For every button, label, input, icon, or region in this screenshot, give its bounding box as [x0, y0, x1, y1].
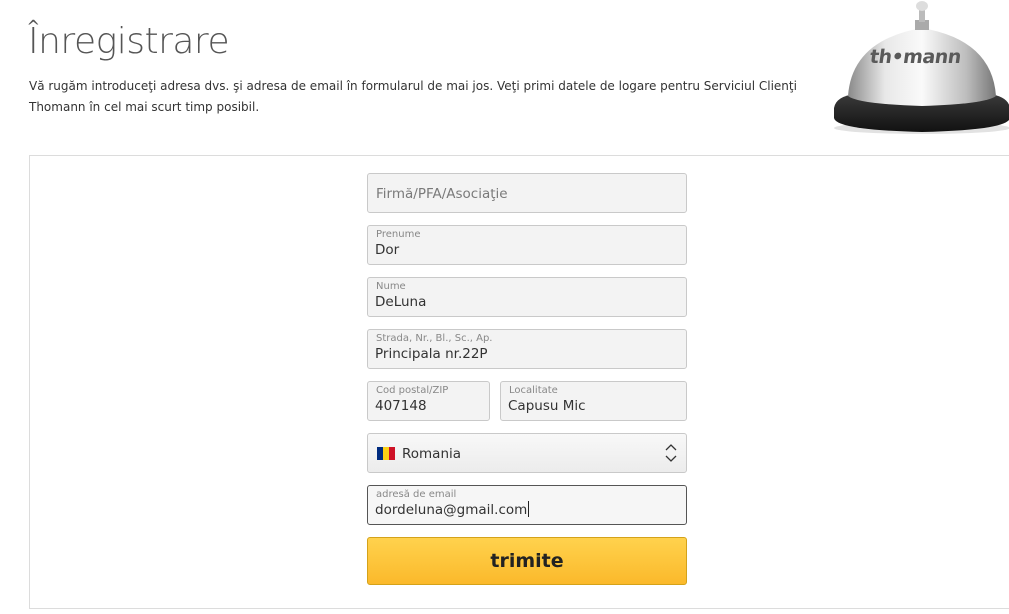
first-name-value: Dor	[375, 242, 400, 258]
country-value: Romania	[402, 446, 462, 462]
zip-label: Cod postal/ZIP	[376, 385, 449, 396]
first-name-field[interactable]: Prenume Dor	[367, 225, 687, 265]
country-select[interactable]: Romania	[367, 433, 687, 473]
street-label: Strada, Nr., Bl., Sc., Ap.	[376, 333, 493, 344]
email-field[interactable]: adresă de email dordeluna@gmail.com	[367, 485, 687, 525]
company-placeholder: Firmă/PFA/Asociaţie	[376, 186, 508, 202]
last-name-value: DeLuna	[375, 294, 427, 310]
street-field[interactable]: Strada, Nr., Bl., Sc., Ap. Principala nr…	[367, 329, 687, 369]
city-value: Capusu Mic	[508, 398, 586, 414]
submit-button[interactable]: trimite	[367, 537, 687, 585]
thomann-bell-logo	[834, 1, 1009, 134]
first-name-label: Prenume	[376, 229, 421, 240]
zip-field[interactable]: Cod postal/ZIP 407148	[367, 381, 490, 421]
email-label: adresă de email	[376, 489, 457, 500]
select-arrows-icon	[665, 444, 677, 462]
company-field[interactable]: Firmă/PFA/Asociaţie	[367, 173, 687, 213]
zip-value: 407148	[375, 398, 427, 414]
last-name-field[interactable]: Nume DeLuna	[367, 277, 687, 317]
city-field[interactable]: Localitate Capusu Mic	[500, 381, 687, 421]
romania-flag-icon	[377, 447, 395, 460]
page-title: Înregistrare	[28, 21, 230, 62]
bell-brand-text: th•mann	[868, 46, 963, 68]
city-label: Localitate	[509, 385, 558, 396]
intro-text: Vă rugăm introduceţi adresa dvs. şi adre…	[29, 79, 797, 114]
email-value-wrap: dordeluna@gmail.com	[375, 501, 530, 519]
text-caret	[528, 501, 530, 517]
street-value: Principala nr.22P	[375, 346, 488, 362]
email-value: dordeluna@gmail.com	[375, 502, 528, 518]
last-name-label: Nume	[376, 281, 406, 292]
